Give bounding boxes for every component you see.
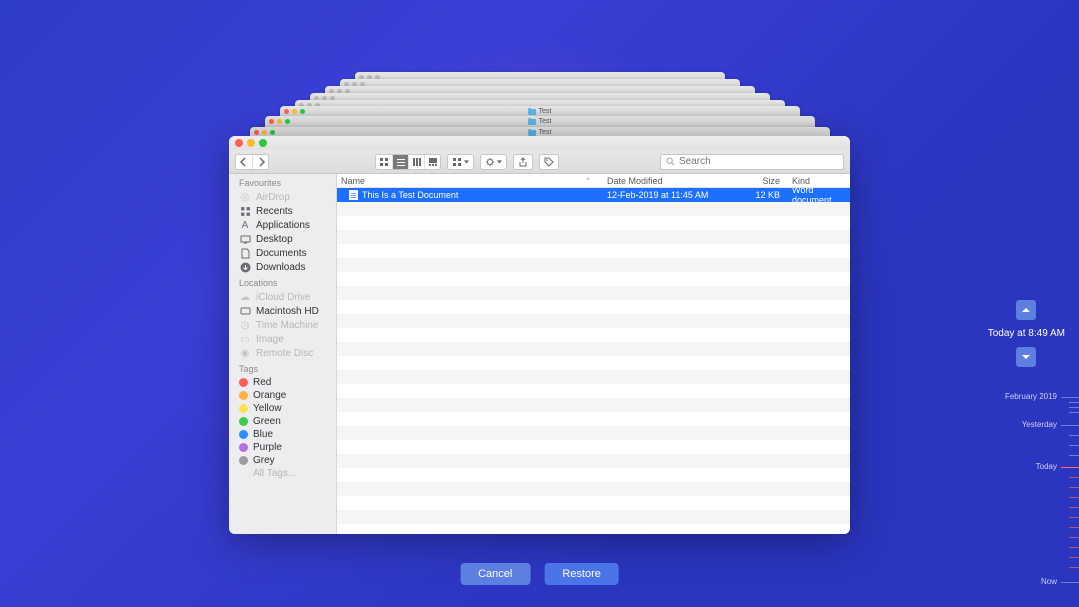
tag-dot-icon [239,417,248,426]
tag-dot-icon [239,404,248,413]
sort-caret-icon: ⌃ [585,177,591,185]
sidebar: Favourites ◎AirDrop Recents AApplication… [229,136,337,534]
sidebar-tag-orange[interactable]: Orange [229,389,336,402]
sidebar-item-airdrop[interactable]: ◎AirDrop [229,190,336,204]
snapshot-older-button[interactable] [1016,300,1036,320]
forward-button[interactable] [252,155,268,169]
search-input[interactable] [679,156,838,167]
disk-icon [239,305,251,317]
file-date: 12-Feb-2019 at 11:45 AM [601,190,736,200]
sidebar-item-image[interactable]: ▭Image [229,332,336,346]
restore-button[interactable]: Restore [544,563,619,585]
toolbar [229,150,850,174]
icon-view-icon[interactable] [376,155,392,169]
list-view-icon[interactable] [392,155,408,169]
sidebar-tag-yellow[interactable]: Yellow [229,402,336,415]
tag-dot-icon [239,378,248,387]
file-row[interactable]: This Is a Test Document 12-Feb-2019 at 1… [337,188,850,202]
sidebar-item-documents[interactable]: Documents [229,246,336,260]
column-name[interactable]: Name⌃ [337,174,601,187]
folder-icon [528,119,536,125]
sidebar-header-tags: Tags [229,360,336,376]
stacked-window-title: Test [539,118,552,125]
timeline-label-month: February 2019 [1005,392,1057,401]
snapshot-time: Today at 8:49 AM [988,328,1065,339]
file-size: 12 KB [736,190,786,200]
stacked-window-title: Test [539,108,552,115]
minimize-icon[interactable] [247,139,255,147]
sidebar-item-desktop[interactable]: Desktop [229,232,336,246]
search-icon [666,157,675,166]
snapshot-nav: Today at 8:49 AM [988,300,1065,367]
file-kind: Word document [786,188,850,205]
tag-dot-icon [239,443,248,452]
column-headers: Name⌃ Date Modified Size Kind [337,174,850,188]
sidebar-item-macintosh-hd[interactable]: Macintosh HD [229,304,336,318]
tags-button[interactable] [539,154,559,170]
nav-buttons [235,154,269,170]
sidebar-item-icloud[interactable]: ☁iCloud Drive [229,290,336,304]
timeline-label-today: Today [1036,462,1057,471]
search-field[interactable] [660,154,844,170]
gallery-view-icon[interactable] [424,155,440,169]
tag-dot-icon [239,391,248,400]
folder-icon [528,130,536,136]
desktop-icon [239,233,251,245]
folder-icon [528,109,536,115]
cancel-button[interactable]: Cancel [460,563,530,585]
timeline-label-now: Now [1041,577,1057,586]
tag-dot-icon [239,430,248,439]
image-disk-icon: ▭ [239,333,251,345]
column-kind[interactable]: Kind [786,174,850,187]
zoom-icon[interactable] [259,139,267,147]
sidebar-item-recents[interactable]: Recents [229,204,336,218]
sidebar-tag-green[interactable]: Green [229,415,336,428]
sidebar-tag-red[interactable]: Red [229,376,336,389]
column-size[interactable]: Size [736,174,786,187]
sidebar-item-applications[interactable]: AApplications [229,218,336,232]
document-icon [349,190,358,200]
timeline[interactable]: February 2019 Yesterday Today Now [1019,380,1079,597]
sidebar-item-downloads[interactable]: Downloads [229,260,336,274]
back-button[interactable] [236,155,252,169]
snapshot-newer-button[interactable] [1016,347,1036,367]
recents-icon [239,205,251,217]
timemachine-icon: ◷ [239,319,251,331]
sidebar-header-favourites: Favourites [229,174,336,190]
sidebar-header-locations: Locations [229,274,336,290]
stacked-window: Test [265,116,815,127]
view-mode-segment[interactable] [375,154,441,170]
sidebar-tag-grey[interactable]: Grey [229,454,336,467]
tag-dot-icon [239,456,248,465]
titlebar [229,136,850,150]
disc-icon: ◉ [239,347,251,359]
sidebar-tag-blue[interactable]: Blue [229,428,336,441]
sidebar-item-timemachine[interactable]: ◷Time Machine [229,318,336,332]
sidebar-all-tags[interactable]: All Tags... [229,467,336,480]
stacked-window-title: Test [539,129,552,136]
airdrop-icon: ◎ [239,191,251,203]
group-by-button[interactable] [447,154,474,170]
action-button[interactable] [480,154,507,170]
file-name: This Is a Test Document [362,190,458,200]
column-date[interactable]: Date Modified [601,174,736,187]
documents-icon [239,247,251,259]
sidebar-item-remotedisc[interactable]: ◉Remote Disc [229,346,336,360]
file-pane: Name⌃ Date Modified Size Kind This Is a … [337,136,850,534]
sidebar-tag-purple[interactable]: Purple [229,441,336,454]
finder-window: Favourites ◎AirDrop Recents AApplication… [229,136,850,534]
applications-icon: A [239,219,251,231]
cloud-icon: ☁ [239,291,251,303]
share-button[interactable] [513,154,533,170]
timeline-label-yesterday: Yesterday [1022,420,1057,429]
close-icon[interactable] [235,139,243,147]
column-view-icon[interactable] [408,155,424,169]
downloads-icon [239,261,251,273]
